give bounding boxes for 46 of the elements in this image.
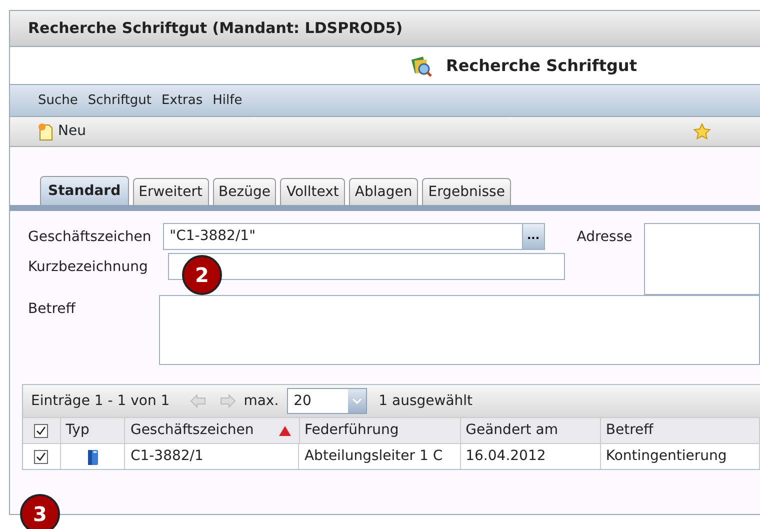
arrows-icon (190, 394, 236, 408)
table-cell-text: 16.04.2012 (466, 447, 546, 466)
input-field[interactable] (168, 253, 565, 280)
menu-item[interactable]: Schriftgut (88, 90, 152, 110)
column-title[interactable]: Betreff (606, 420, 654, 441)
sort-ascending-icon (278, 426, 291, 436)
checkbox[interactable] (34, 450, 48, 464)
table-cell-text: Abteilungsleiter 1 C (304, 447, 443, 466)
star-icon (693, 122, 711, 140)
field-label: Geschäftszeichen (28, 228, 152, 247)
table-cell-text: C1-3882/1 (130, 447, 204, 466)
tab[interactable]: Volltext (280, 178, 345, 205)
selection-count: 1 ausgewählt (378, 392, 473, 410)
max-label: max. (244, 392, 279, 410)
tab[interactable]: Bezüge (212, 178, 276, 205)
binder-icon (86, 448, 99, 466)
checkbox[interactable] (34, 424, 48, 438)
new-document-icon (38, 122, 54, 140)
address-field[interactable] (644, 223, 760, 295)
new-button[interactable]: Neu (38, 121, 86, 142)
column-title[interactable]: Geändert am (466, 420, 558, 441)
menu-item[interactable]: Extras (162, 90, 203, 110)
page-size-select[interactable]: 20 (286, 388, 367, 414)
select-value: 20 (294, 392, 312, 410)
column-title[interactable]: Geschäftszeichen (130, 420, 254, 441)
tab[interactable]: Ablagen (348, 178, 418, 205)
tab[interactable]: Ergebnisse (422, 178, 511, 205)
books-search-icon (410, 54, 432, 76)
chevron-down-icon (352, 398, 362, 404)
menu-item[interactable]: Hilfe (212, 90, 242, 110)
tab[interactable]: Standard (40, 176, 129, 205)
field-label: Kurzbezeichnung (28, 258, 149, 277)
entry-count: Einträge 1 - 1 von 1 (31, 392, 170, 410)
field-label: Betreff (28, 300, 77, 319)
column-title[interactable]: Federführung (304, 420, 399, 441)
table-cell-text: Kontingentierung (606, 447, 727, 466)
subject-field[interactable] (159, 295, 760, 365)
window-title: Recherche Schriftgut (Mandant: LDSPROD5) (10, 11, 760, 47)
field-label: Adresse (576, 228, 634, 247)
column-title[interactable]: Typ (66, 420, 90, 441)
input-field[interactable]: "C1-3882/1" ... (162, 223, 545, 250)
field-value: "C1-3882/1" (170, 227, 256, 246)
menu-item[interactable]: Suche (38, 90, 78, 110)
page-heading: Recherche Schriftgut (446, 54, 637, 76)
browse-button[interactable]: ... (522, 224, 544, 249)
tab[interactable]: Erweitert (132, 178, 208, 205)
